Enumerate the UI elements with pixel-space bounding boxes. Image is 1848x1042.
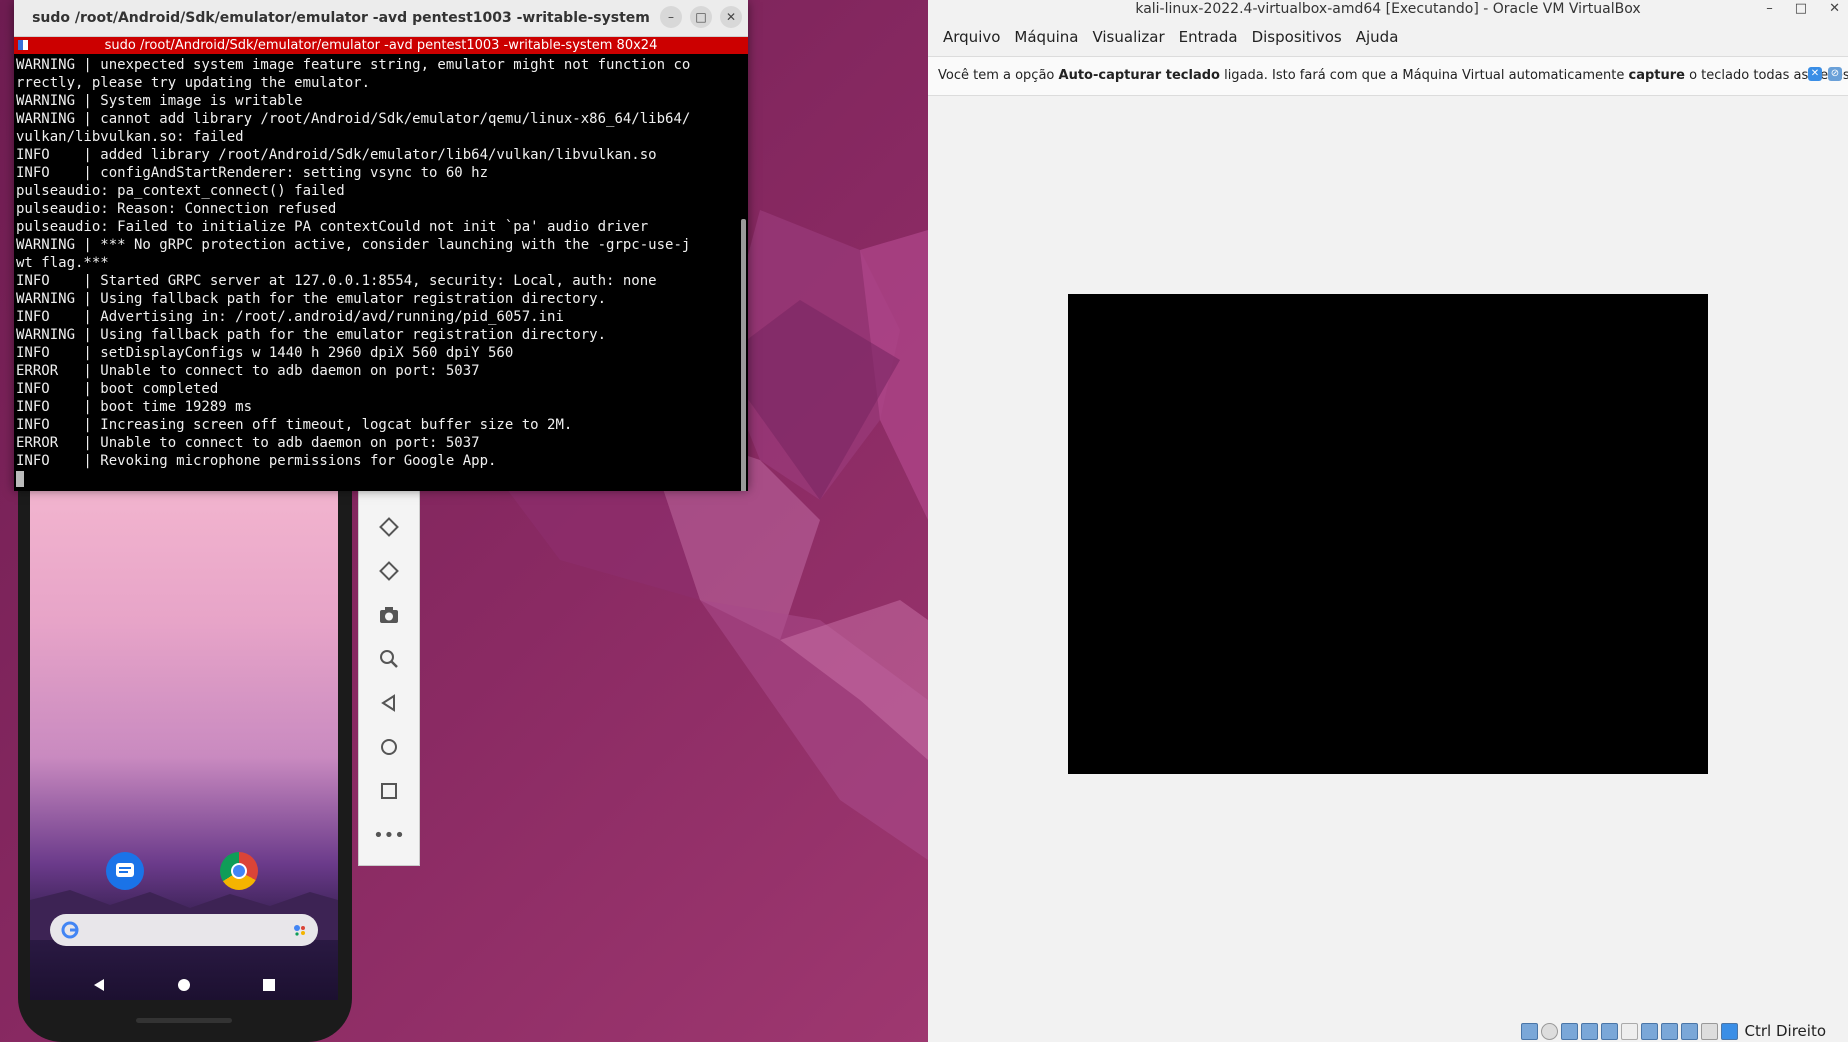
terminal-line: WARNING | cannot add library /root/Andro…	[16, 111, 691, 127]
rotate-right-icon[interactable]	[371, 553, 407, 589]
terminal-line: WARNING | unexpected system image featur…	[16, 57, 691, 73]
auto-capture-notice: Você tem a opção Auto-capturar teclado l…	[928, 56, 1848, 96]
nav-home-icon[interactable]	[177, 978, 191, 992]
terminal-line: vulkan/libvulkan.so: failed	[16, 129, 244, 145]
menu-dispositivos[interactable]: Dispositivos	[1245, 28, 1349, 46]
terminal-tab-label: sudo /root/Android/Sdk/emulator/emulator…	[104, 38, 658, 53]
terminal-window: sudo /root/Android/Sdk/emulator/emulator…	[14, 0, 748, 491]
terminal-line: wt flag.***	[16, 255, 109, 271]
display-icon[interactable]	[1640, 1022, 1658, 1040]
menu-ajuda[interactable]: Ajuda	[1349, 28, 1406, 46]
notice-text-prefix: Você tem a opção	[938, 68, 1059, 83]
mouse-integration-icon[interactable]	[1700, 1022, 1718, 1040]
terminal-tab[interactable]: sudo /root/Android/Sdk/emulator/emulator…	[14, 37, 748, 54]
vbox-menubar: Arquivo Máquina Visualizar Entrada Dispo…	[928, 18, 1848, 56]
virtualbox-title: kali-linux-2022.4-virtualbox-amd64 [Exec…	[1135, 1, 1641, 17]
vbox-close-button[interactable]: ✕	[1829, 0, 1840, 18]
notice-text-mid: ligada. Isto fará com que a Máquina Virt…	[1219, 68, 1629, 83]
notice-close-icon[interactable]: ✕	[1808, 67, 1822, 81]
terminal-line: pulseaudio: pa_context_connect() failed	[16, 183, 345, 199]
terminal-line: ERROR | Unable to connect to adb daemon …	[16, 435, 480, 451]
terminal-line: INFO | setDisplayConfigs w 1440 h 2960 d…	[16, 345, 514, 361]
virtualbox-titlebar[interactable]: kali-linux-2022.4-virtualbox-amd64 [Exec…	[928, 0, 1848, 18]
terminal-line: WARNING | System image is writable	[16, 93, 303, 109]
shared-folders-icon[interactable]	[1620, 1022, 1638, 1040]
terminal-line: INFO | boot time 19289 ms	[16, 399, 253, 415]
phone-screen[interactable]	[30, 460, 338, 1000]
assistant-icon[interactable]	[290, 920, 310, 940]
notice-dont-show-icon[interactable]: ⊘	[1828, 67, 1842, 81]
vbox-maximize-button[interactable]: □	[1795, 0, 1807, 18]
terminal-line: WARNING | Using fallback path for the em…	[16, 327, 607, 343]
menu-visualizar[interactable]: Visualizar	[1085, 28, 1171, 46]
cpu-icon[interactable]	[1680, 1022, 1698, 1040]
rotate-left-icon[interactable]	[371, 509, 407, 545]
audio-icon[interactable]	[1560, 1022, 1578, 1040]
terminal-maximize-button[interactable]: □	[690, 6, 712, 28]
more-icon[interactable]: •••	[371, 817, 407, 853]
recording-icon[interactable]	[1660, 1022, 1678, 1040]
messages-app-icon[interactable]	[106, 852, 144, 890]
terminal-line: INFO | Revoking microphone permissions f…	[16, 453, 497, 469]
chrome-app-icon[interactable]	[220, 852, 258, 890]
nav-overview-icon[interactable]	[262, 978, 276, 992]
terminal-tab-icon	[18, 40, 28, 50]
terminal-line: INFO | added library /root/Android/Sdk/e…	[16, 147, 657, 163]
terminal-line: pulseaudio: Reason: Connection refused	[16, 201, 337, 217]
optical-drive-icon[interactable]	[1540, 1022, 1558, 1040]
terminal-title: sudo /root/Android/Sdk/emulator/emulator…	[32, 10, 650, 26]
terminal-line: pulseaudio: Failed to initialize PA cont…	[16, 219, 649, 235]
notice-bold-2: capture	[1628, 68, 1685, 83]
host-key-label: Ctrl Direito	[1744, 1022, 1826, 1040]
menu-arquivo[interactable]: Arquivo	[936, 28, 1007, 46]
android-emulator-phone	[18, 460, 352, 1042]
menu-entrada[interactable]: Entrada	[1172, 28, 1245, 46]
terminal-line: INFO | Increasing screen off timeout, lo…	[16, 417, 573, 433]
terminal-output[interactable]: WARNING | unexpected system image featur…	[14, 54, 748, 491]
vm-display[interactable]	[1068, 294, 1708, 774]
notice-bold-1: Auto-capturar teclado	[1058, 68, 1220, 83]
emulator-side-toolbar: •••	[358, 488, 420, 866]
zoom-icon[interactable]	[371, 641, 407, 677]
home-icon[interactable]	[371, 729, 407, 765]
terminal-line: INFO | configAndStartRenderer: setting v…	[16, 165, 489, 181]
android-nav-bar	[30, 970, 338, 1000]
overview-icon[interactable]	[371, 773, 407, 809]
back-icon[interactable]	[371, 685, 407, 721]
terminal-close-button[interactable]: ✕	[720, 6, 742, 28]
network-icon[interactable]	[1580, 1022, 1598, 1040]
terminal-titlebar[interactable]: sudo /root/Android/Sdk/emulator/emulator…	[14, 0, 748, 37]
menu-maquina[interactable]: Máquina	[1007, 28, 1085, 46]
google-g-icon	[61, 921, 79, 939]
hard-disk-icon[interactable]	[1520, 1022, 1538, 1040]
nav-back-icon[interactable]	[92, 978, 106, 992]
terminal-cursor	[16, 471, 24, 487]
usb-icon[interactable]	[1600, 1022, 1618, 1040]
terminal-scrollbar[interactable]	[741, 219, 746, 491]
terminal-line: INFO | Advertising in: /root/.android/av…	[16, 309, 564, 325]
google-search-bar[interactable]	[50, 914, 318, 946]
terminal-line: INFO | Started GRPC server at 127.0.0.1:…	[16, 273, 657, 289]
vbox-statusbar: Ctrl Direito	[928, 1020, 1848, 1042]
keyboard-capture-icon[interactable]	[1720, 1022, 1738, 1040]
terminal-line: rrectly, please try updating the emulato…	[16, 75, 371, 91]
camera-icon[interactable]	[371, 597, 407, 633]
terminal-line: ERROR | Unable to connect to adb daemon …	[16, 363, 480, 379]
virtualbox-window: kali-linux-2022.4-virtualbox-amd64 [Exec…	[928, 0, 1848, 1042]
terminal-line: WARNING | *** No gRPC protection active,…	[16, 237, 691, 253]
terminal-line: INFO | boot completed	[16, 381, 219, 397]
phone-speaker	[136, 1018, 232, 1023]
vbox-minimize-button[interactable]: –	[1766, 0, 1773, 18]
terminal-line: WARNING | Using fallback path for the em…	[16, 291, 607, 307]
terminal-minimize-button[interactable]: –	[660, 6, 682, 28]
